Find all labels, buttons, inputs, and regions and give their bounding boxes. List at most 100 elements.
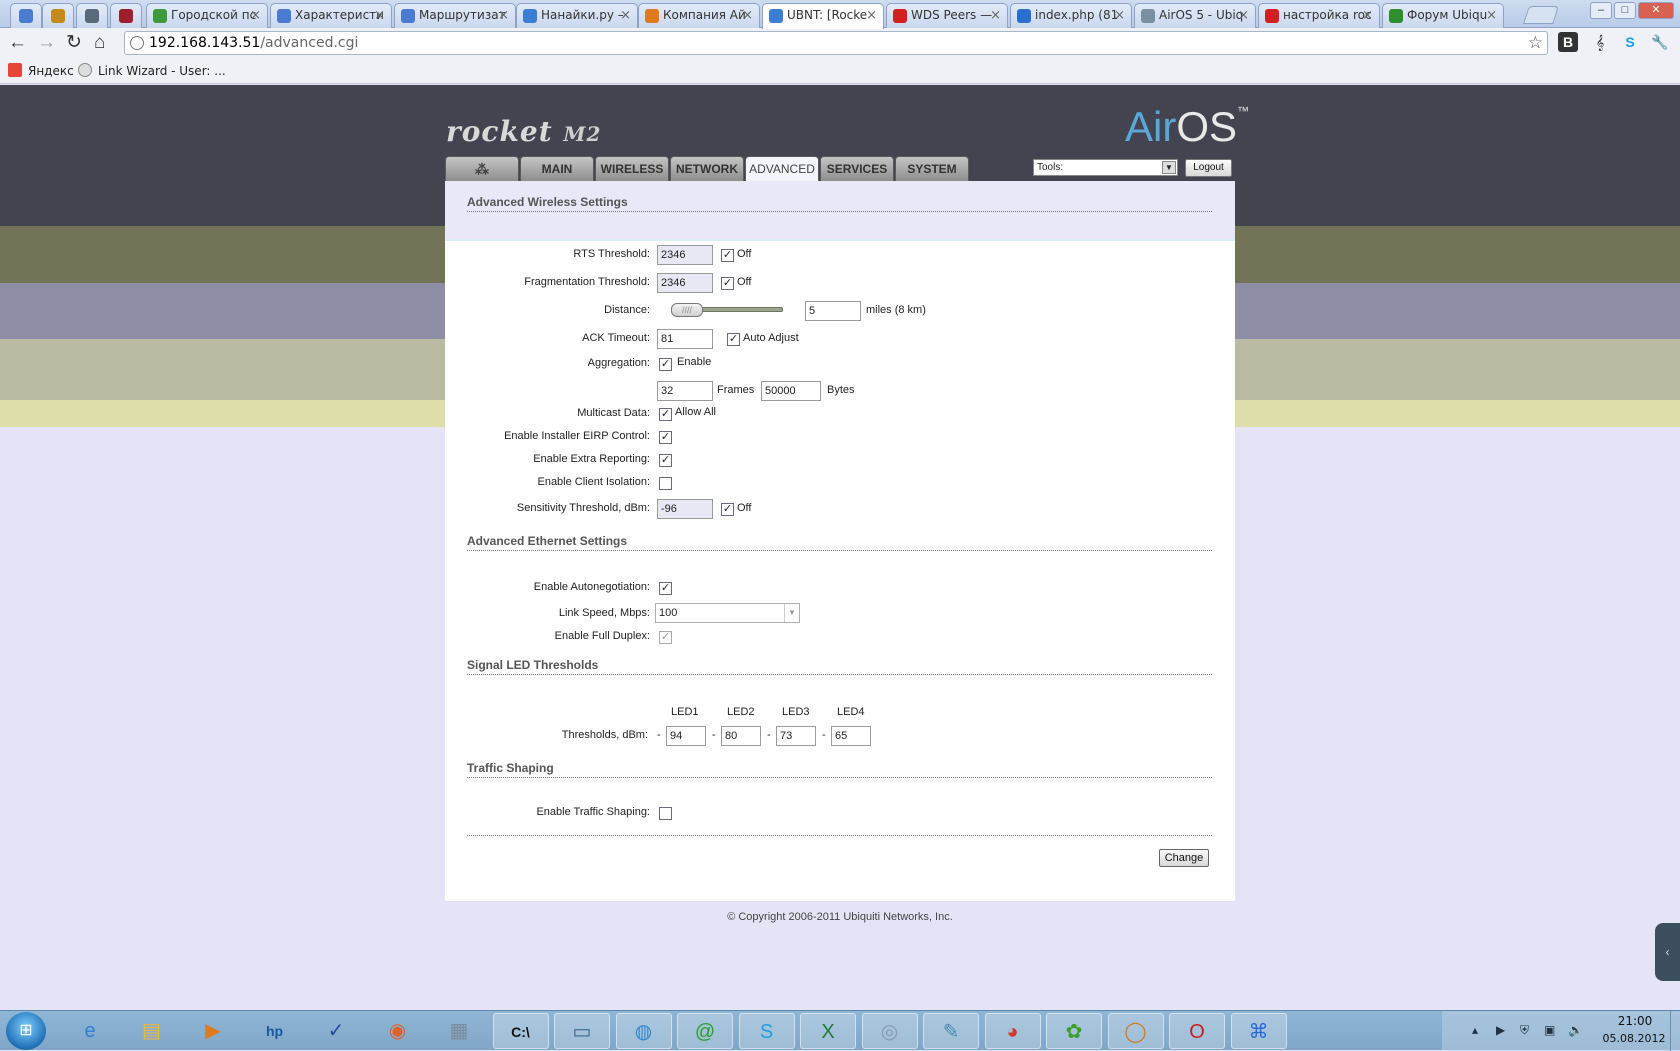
skype-icon[interactable]: S	[1620, 32, 1640, 52]
bookmark-yandex[interactable]: Яндекс	[8, 63, 74, 78]
close-icon[interactable]: ×	[1114, 8, 1125, 23]
browser-tab[interactable]: index.php (81 ×	[1010, 3, 1132, 28]
browser-tab[interactable]: Городской пс ×	[146, 3, 268, 28]
close-window-button[interactable]: ✕	[1638, 2, 1674, 19]
browser-tab[interactable]: Нанайки.ру – ×	[516, 3, 638, 28]
fragmentation-off-checkbox[interactable]: ✓	[721, 277, 734, 290]
change-button[interactable]: Change	[1159, 849, 1209, 867]
browser-tab[interactable]: Форум Ubiqu ×	[1382, 3, 1504, 28]
back-button[interactable]: ←	[8, 32, 27, 54]
distance-input[interactable]: 5	[805, 301, 861, 321]
home-button[interactable]: ⌂	[94, 32, 105, 54]
rts-threshold-input[interactable]: 2346	[657, 245, 713, 265]
reload-button[interactable]: ↻	[66, 32, 82, 54]
browser-tab[interactable]: Характеристи ×	[270, 3, 392, 28]
tab-network[interactable]: NETWORK	[670, 156, 744, 181]
led1-threshold-input[interactable]: 94	[666, 726, 706, 746]
client-isolation-checkbox[interactable]	[659, 477, 672, 490]
aggregation-frames-input[interactable]: 32	[657, 381, 713, 401]
tab-main[interactable]: MAIN	[520, 156, 594, 181]
close-icon[interactable]: ×	[250, 8, 261, 23]
media-player-icon[interactable]: ▶	[185, 1013, 241, 1049]
fragmentation-threshold-input[interactable]: 2346	[657, 273, 713, 293]
led3-threshold-input[interactable]: 73	[776, 726, 816, 746]
multicast-allow-all-checkbox[interactable]: ✓	[659, 408, 672, 421]
tools-select[interactable]: Tools: ▼	[1033, 159, 1178, 176]
browser-tab[interactable]: AirOS 5 - Ubiq ×	[1134, 3, 1256, 28]
network-app-icon[interactable]: ⌘	[1230, 1013, 1287, 1049]
volume-icon[interactable]: 🔊	[1568, 1023, 1583, 1037]
console-icon[interactable]: C:\	[492, 1013, 549, 1049]
close-icon[interactable]: ×	[742, 8, 753, 23]
network-globe-icon[interactable]: ◍	[615, 1013, 672, 1049]
clock-date[interactable]: 05.08.2012	[1598, 1032, 1670, 1045]
aggregation-bytes-input[interactable]: 50000	[761, 381, 821, 401]
close-icon[interactable]: ×	[374, 8, 385, 23]
full-duplex-checkbox[interactable]: ✓	[659, 631, 672, 644]
traffic-shaping-checkbox[interactable]	[659, 807, 672, 820]
forward-button[interactable]: →	[37, 32, 56, 54]
browser-tab[interactable]: Компания Ай ×	[638, 3, 760, 28]
firefox-icon[interactable]: ◉	[370, 1013, 426, 1049]
logout-button[interactable]: Logout	[1185, 159, 1232, 177]
ack-timeout-input[interactable]: 81	[657, 329, 713, 349]
browser-tab[interactable]: настройка roc ×	[1258, 3, 1380, 28]
bookmark-star-icon[interactable]: ☆	[1528, 32, 1543, 54]
ie-icon[interactable]: e	[62, 1013, 118, 1049]
wrench-icon[interactable]: 🔧	[1650, 32, 1670, 52]
address-bar[interactable]: 192.168.143.51/advanced.cgi ☆	[124, 31, 1548, 55]
browser-tab[interactable]	[76, 3, 108, 28]
checkmark-app-icon[interactable]: ✓	[308, 1013, 364, 1049]
extra-reporting-checkbox[interactable]: ✓	[659, 454, 672, 467]
side-panel-handle[interactable]: ‹	[1655, 923, 1680, 981]
autonegotiation-checkbox[interactable]: ✓	[659, 582, 672, 595]
tab-services[interactable]: SERVICES	[820, 156, 894, 181]
chrome-icon[interactable]: ◕	[984, 1013, 1041, 1049]
led4-threshold-input[interactable]: 65	[831, 726, 871, 746]
close-icon[interactable]: ×	[620, 8, 631, 23]
close-icon[interactable]: ×	[866, 8, 877, 23]
browser-tab[interactable]: WDS Peers — ×	[886, 3, 1008, 28]
calculator-icon[interactable]: ▦	[431, 1013, 487, 1049]
browser-tab[interactable]	[42, 3, 74, 28]
disc-icon[interactable]: ◎	[861, 1013, 918, 1049]
browser-tab[interactable]	[110, 3, 142, 28]
monitor-icon[interactable]: ▭	[554, 1013, 610, 1049]
browser-tab[interactable]: UBNT: [Rocke ×	[762, 3, 884, 29]
vk-icon[interactable]: В	[1558, 32, 1578, 52]
start-button[interactable]: ⊞	[6, 1012, 46, 1050]
music-icon[interactable]: 𝄞	[1590, 32, 1610, 52]
mail-agent-icon[interactable]: @	[677, 1013, 733, 1049]
led2-threshold-input[interactable]: 80	[721, 726, 761, 746]
ring-app-icon[interactable]: ◯	[1107, 1013, 1164, 1049]
close-icon[interactable]: ×	[990, 8, 1001, 23]
flag-icon[interactable]: ▶	[1496, 1023, 1505, 1037]
explorer-icon[interactable]: ▤	[124, 1013, 180, 1049]
new-tab-button[interactable]	[1523, 6, 1559, 24]
sensitivity-off-checkbox[interactable]: ✓	[721, 503, 734, 516]
browser-tab[interactable]: Маршрутизат ×	[394, 3, 516, 28]
icq-icon[interactable]: ✿	[1046, 1013, 1102, 1049]
close-icon[interactable]: ×	[498, 8, 509, 23]
antivirus-icon[interactable]: ⛨	[1520, 1023, 1529, 1038]
tab-ubiquiti-logo[interactable]: ⁂	[445, 156, 519, 181]
close-icon[interactable]: ×	[1362, 8, 1373, 23]
eirp-control-checkbox[interactable]: ✓	[659, 431, 672, 444]
opera-icon[interactable]: O	[1169, 1013, 1225, 1049]
distance-slider-handle[interactable]: ////	[671, 303, 703, 317]
sensitivity-threshold-input[interactable]: -96	[657, 499, 713, 519]
ack-auto-adjust-checkbox[interactable]: ✓	[727, 333, 740, 346]
rts-off-checkbox[interactable]: ✓	[721, 249, 734, 262]
tab-wireless[interactable]: WIRELESS	[595, 156, 669, 181]
hp-icon[interactable]: hp	[247, 1013, 303, 1049]
aggregation-enable-checkbox[interactable]: ✓	[659, 358, 672, 371]
link-speed-select[interactable]: 100 ▼	[655, 603, 800, 623]
skype-icon[interactable]: S	[738, 1013, 795, 1049]
notepad-icon[interactable]: ✎	[923, 1013, 979, 1049]
tray-arrow-icon[interactable]: ▴	[1472, 1023, 1478, 1037]
excel-icon[interactable]: X	[800, 1013, 856, 1049]
close-icon[interactable]: ×	[1238, 8, 1249, 23]
browser-tab[interactable]	[10, 3, 42, 28]
tab-advanced[interactable]: ADVANCED	[745, 156, 819, 182]
minimize-button[interactable]: –	[1590, 2, 1612, 19]
